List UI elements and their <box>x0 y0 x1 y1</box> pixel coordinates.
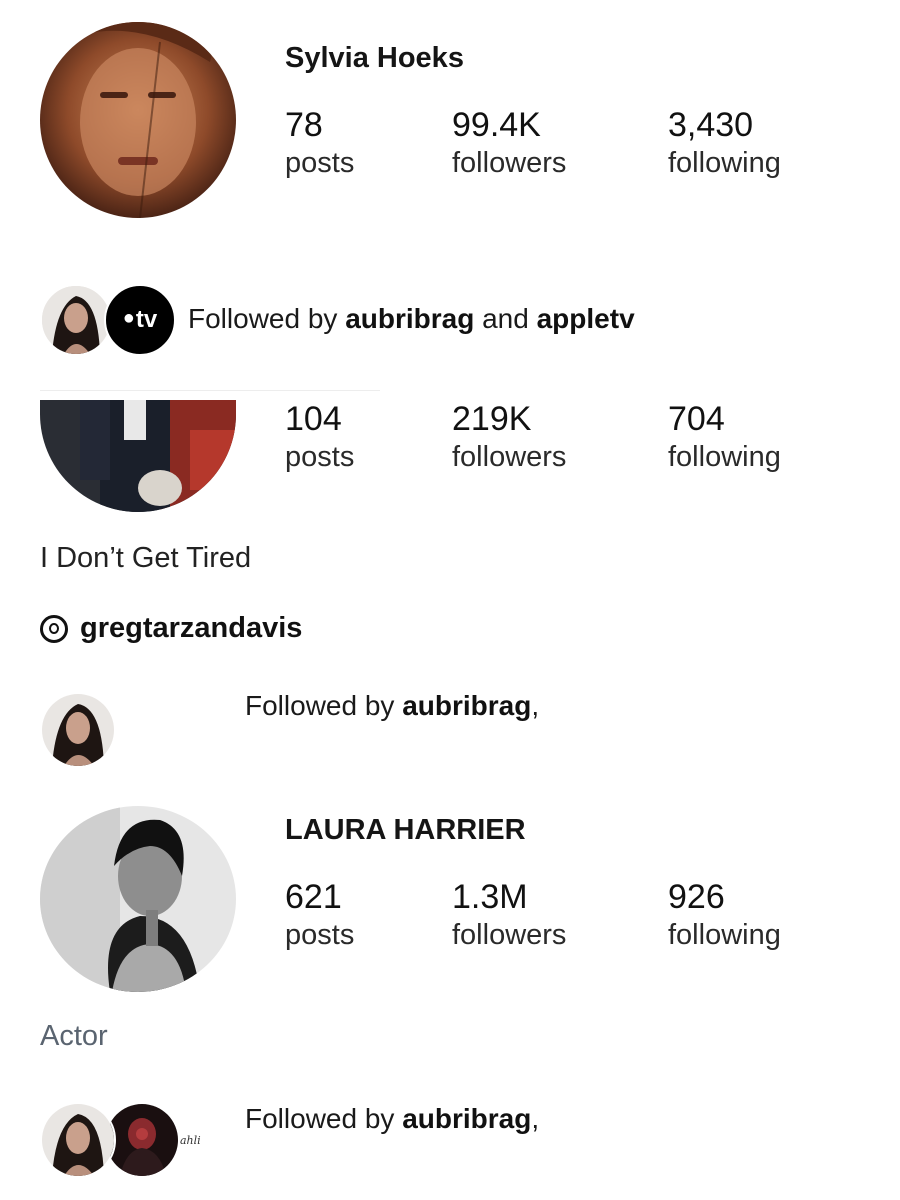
profile-avatar-greg[interactable] <box>40 400 236 512</box>
stat-posts[interactable]: 78 posts <box>285 106 354 180</box>
following-count: 704 <box>668 400 725 438</box>
profile-name: LAURA HARRIER <box>285 814 526 846</box>
divider <box>40 390 380 391</box>
follower-avatar-aubribrag[interactable] <box>40 284 112 356</box>
profile-name: Sylvia Hoeks <box>285 42 464 74</box>
followed-by-text[interactable]: Followed by aubribrag and appletv <box>188 303 635 335</box>
following-label: following <box>668 919 781 951</box>
threads-icon <box>40 614 68 643</box>
stat-followers[interactable]: 1.3M followers <box>452 878 566 952</box>
followed-user-link[interactable]: aubribrag <box>402 1103 531 1134</box>
stat-following[interactable]: 926 following <box>668 878 781 952</box>
followed-prefix: Followed by <box>245 1103 403 1134</box>
posts-count: 78 <box>285 106 323 144</box>
followed-suffix: , <box>531 1103 540 1134</box>
followers-label: followers <box>452 919 567 951</box>
posts-label: posts <box>285 919 355 951</box>
followers-count: 1.3M <box>452 878 528 916</box>
followed-joiner: and <box>474 303 537 334</box>
threads-link[interactable]: gregtarzandavis <box>40 612 302 645</box>
profile-bio: I Don’t Get Tired <box>40 542 252 574</box>
followed-by-text[interactable]: Followed by aubribrag, <box>245 690 539 722</box>
followed-prefix: Followed by <box>245 690 403 721</box>
apple-icon: ● <box>122 306 135 329</box>
following-label: following <box>668 441 781 473</box>
follower-avatar-aubribrag[interactable] <box>40 1102 116 1178</box>
threads-handle[interactable]: gregtarzandavis <box>80 612 302 645</box>
follower-avatar-aubribrag[interactable] <box>40 692 116 768</box>
followed-user-link[interactable]: appletv <box>537 303 635 334</box>
stat-following[interactable]: 704 following <box>668 400 781 474</box>
followers-count: 99.4K <box>452 106 541 144</box>
profile-avatar-laura[interactable] <box>40 806 236 992</box>
followers-label: followers <box>452 147 567 179</box>
followers-count: 219K <box>452 400 532 438</box>
following-label: following <box>668 147 781 179</box>
stat-posts[interactable]: 104 posts <box>285 400 354 474</box>
appletv-badge-text: tv <box>135 306 158 333</box>
follower-avatar-appletv[interactable]: ● tv <box>104 284 176 356</box>
followers-label: followers <box>452 441 567 473</box>
followed-user-link[interactable]: aubribrag <box>402 690 531 721</box>
followed-suffix: , <box>531 690 540 721</box>
mini-caption: ahli <box>180 1134 201 1147</box>
profile-bio: Actor <box>40 1020 108 1052</box>
following-count: 3,430 <box>668 106 754 144</box>
posts-label: posts <box>285 441 355 473</box>
posts-count: 621 <box>285 878 342 916</box>
stat-followers[interactable]: 219K followers <box>452 400 566 474</box>
stat-followers[interactable]: 99.4K followers <box>452 106 566 180</box>
profile-avatar-sylvia[interactable] <box>40 22 236 218</box>
stat-following[interactable]: 3,430 following <box>668 106 781 180</box>
followed-prefix: Followed by <box>188 303 346 334</box>
followed-by-text[interactable]: Followed by aubribrag, <box>245 1103 539 1135</box>
stat-posts[interactable]: 621 posts <box>285 878 354 952</box>
posts-label: posts <box>285 147 355 179</box>
posts-count: 104 <box>285 400 342 438</box>
following-count: 926 <box>668 878 725 916</box>
followed-user-link[interactable]: aubribrag <box>345 303 474 334</box>
